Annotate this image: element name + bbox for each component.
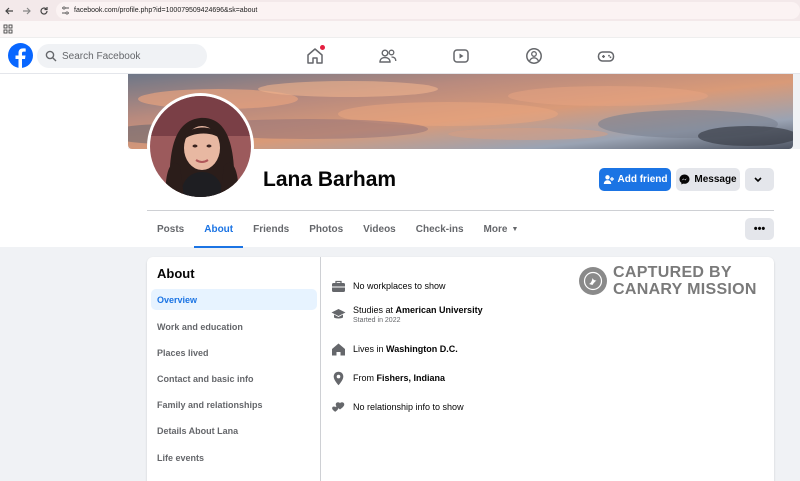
add-friend-label: Add friend	[617, 174, 668, 185]
from-text: From Fishers, Indiana	[353, 373, 445, 384]
tab-check-ins[interactable]: Check-ins	[406, 211, 474, 247]
briefcase-icon	[332, 280, 345, 292]
hearts-icon	[332, 402, 345, 412]
watch-icon[interactable]	[452, 47, 470, 65]
sidebar-item-label: Family and relationships	[157, 399, 263, 410]
sidebar-item-life-events[interactable]: Life events	[151, 447, 317, 468]
friends-icon[interactable]	[379, 47, 397, 65]
home-location-icon	[332, 343, 345, 356]
studies-block: Studies at American University Started i…	[353, 305, 483, 324]
location-pin-icon	[333, 371, 344, 386]
overview-from: From Fishers, Indiana	[331, 371, 445, 386]
ellipsis-icon: •••	[753, 223, 766, 235]
studies-school-link[interactable]: American University	[396, 305, 483, 315]
apps-grid-icon[interactable]	[3, 24, 13, 34]
sidebar-item-places-lived[interactable]: Places lived	[151, 342, 317, 363]
search-icon	[45, 50, 57, 62]
canary-bird-icon	[579, 267, 607, 295]
tab-label: Posts	[157, 223, 185, 235]
site-info-icon[interactable]	[61, 6, 70, 15]
overview-work: No workplaces to show	[331, 279, 446, 294]
lives-prefix: Lives in	[353, 344, 387, 354]
watermark-line2: CANARY MISSION	[613, 281, 757, 298]
facebook-header	[0, 38, 800, 74]
sidebar-item-label: Work and education	[157, 321, 243, 332]
sidebar-item-overview[interactable]: Overview	[151, 289, 317, 310]
graduation-cap-icon	[331, 309, 346, 319]
messenger-icon	[679, 174, 690, 185]
tab-label: Friends	[253, 223, 290, 235]
back-icon[interactable]	[0, 2, 18, 20]
profile-avatar[interactable]	[147, 93, 254, 200]
about-title: About	[157, 266, 195, 281]
add-friend-button[interactable]: Add friend	[599, 168, 671, 191]
about-sidebar: About Overview Work and education Places…	[147, 257, 321, 481]
add-friend-icon	[603, 175, 614, 184]
tab-posts[interactable]: Posts	[147, 211, 194, 247]
groups-icon[interactable]	[525, 47, 543, 65]
search-box[interactable]	[37, 44, 207, 68]
browser-toolbar: facebook.com/profile.php?id=100079509424…	[0, 0, 800, 21]
url-text: facebook.com/profile.php?id=100079509424…	[74, 7, 258, 14]
tab-videos[interactable]: Videos	[353, 211, 406, 247]
chevron-down-icon	[753, 177, 762, 183]
tab-label: Videos	[363, 223, 396, 235]
sidebar-item-label: Overview	[157, 294, 198, 305]
gaming-icon[interactable]	[597, 47, 615, 65]
facebook-logo-icon[interactable]	[8, 43, 33, 68]
overview-relationship: No relationship info to show	[331, 400, 464, 415]
profile-name: Lana Barham	[263, 168, 397, 191]
sidebar-item-contact-info[interactable]: Contact and basic info	[151, 368, 317, 389]
studies-prefix: Studies at	[353, 305, 396, 315]
about-card: About Overview Work and education Places…	[147, 257, 774, 481]
canary-mission-watermark: CAPTURED BY CANARY MISSION	[579, 264, 757, 298]
notification-dot	[320, 45, 325, 50]
sidebar-item-family-relationships[interactable]: Family and relationships	[151, 394, 317, 415]
message-button[interactable]: Message	[676, 168, 740, 191]
from-place-link[interactable]: Fishers, Indiana	[377, 373, 446, 383]
watermark-text: CAPTURED BY CANARY MISSION	[613, 264, 757, 298]
profile-tabs: Posts About Friends Photos Videos Check-…	[147, 211, 529, 248]
tab-label: Photos	[309, 223, 344, 235]
sidebar-item-label: Details About Lana	[157, 425, 239, 436]
lives-text: Lives in Washington D.C.	[353, 344, 458, 355]
forward-icon[interactable]	[18, 2, 36, 20]
watermark-line1: CAPTURED BY	[613, 264, 732, 281]
work-text: No workplaces to show	[353, 281, 446, 291]
caret-down-icon: ▼	[511, 225, 519, 233]
tab-label: More	[483, 223, 508, 235]
overview-studies: Studies at American University Started i…	[331, 305, 483, 324]
tab-photos[interactable]: Photos	[299, 211, 353, 247]
sidebar-item-label: Contact and basic info	[157, 373, 254, 384]
from-prefix: From	[353, 373, 377, 383]
tab-about[interactable]: About	[194, 211, 244, 248]
profile-more-button[interactable]	[745, 168, 774, 191]
tab-label: About	[204, 223, 234, 235]
message-label: Message	[694, 174, 737, 185]
search-input[interactable]	[62, 50, 202, 62]
relationship-text: No relationship info to show	[353, 402, 464, 412]
lives-place-link[interactable]: Washington D.C.	[386, 344, 458, 354]
studies-started: Started in 2022	[353, 317, 401, 324]
tab-more[interactable]: More ▼	[474, 211, 529, 247]
bookmarks-bar	[0, 21, 800, 38]
studies-text: Studies at American University	[353, 305, 483, 316]
reload-icon[interactable]	[35, 2, 53, 20]
overview-lives: Lives in Washington D.C.	[331, 342, 458, 357]
address-bar[interactable]: facebook.com/profile.php?id=100079509424…	[56, 2, 800, 19]
sidebar-item-label: Life events	[157, 452, 205, 463]
sidebar-item-work-education[interactable]: Work and education	[151, 316, 317, 337]
sidebar-item-details[interactable]: Details About Lana	[151, 420, 317, 441]
tab-friends[interactable]: Friends	[243, 211, 299, 247]
sidebar-item-label: Places lived	[157, 347, 209, 358]
left-margin	[0, 74, 128, 247]
tabs-more-options-button[interactable]: •••	[745, 218, 774, 240]
tab-label: Check-ins	[415, 223, 464, 235]
